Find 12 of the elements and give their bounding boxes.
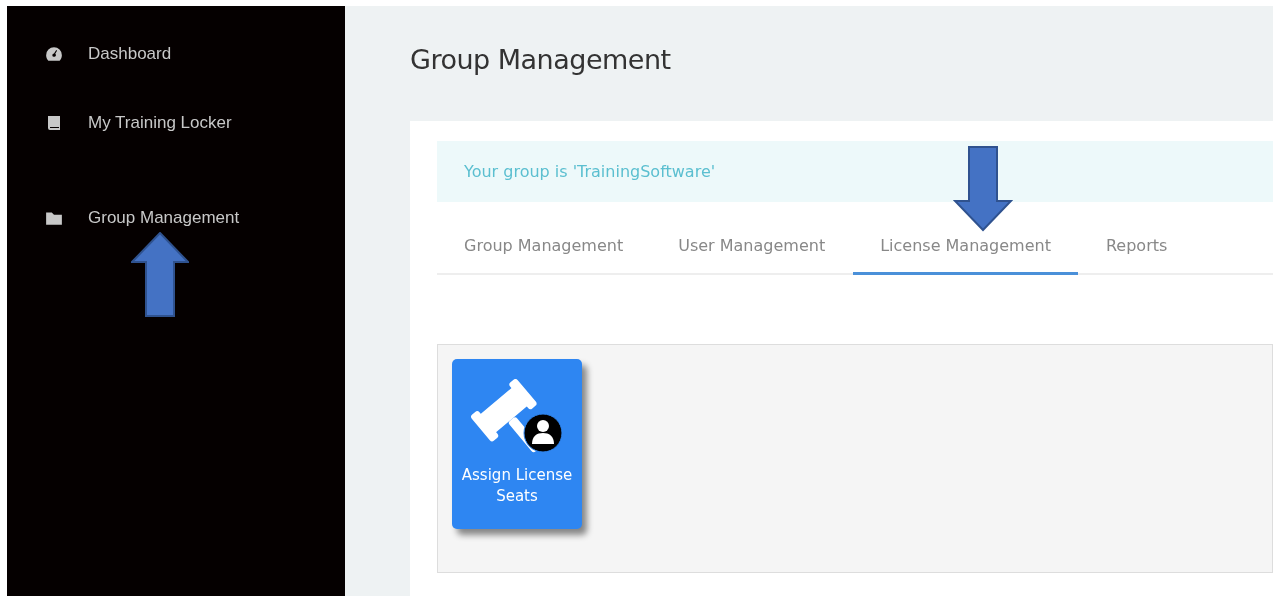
tab[interactable]: Group Management bbox=[437, 220, 651, 275]
gauge-icon bbox=[45, 46, 63, 62]
folder-icon bbox=[45, 210, 63, 226]
book-icon bbox=[45, 115, 63, 131]
sidebar-item[interactable]: Group Management bbox=[7, 204, 345, 232]
tab[interactable]: User Management bbox=[651, 220, 853, 275]
alert-text: Your group is 'TrainingSoftware' bbox=[464, 162, 716, 181]
page-title: Group Management bbox=[410, 44, 672, 75]
tab[interactable]: Reports bbox=[1078, 220, 1195, 275]
sidebar-item[interactable]: My Training Locker bbox=[7, 109, 345, 137]
tile-button[interactable]: Assign License Seats bbox=[452, 359, 582, 529]
sidebar-item[interactable]: Dashboard bbox=[7, 40, 345, 68]
